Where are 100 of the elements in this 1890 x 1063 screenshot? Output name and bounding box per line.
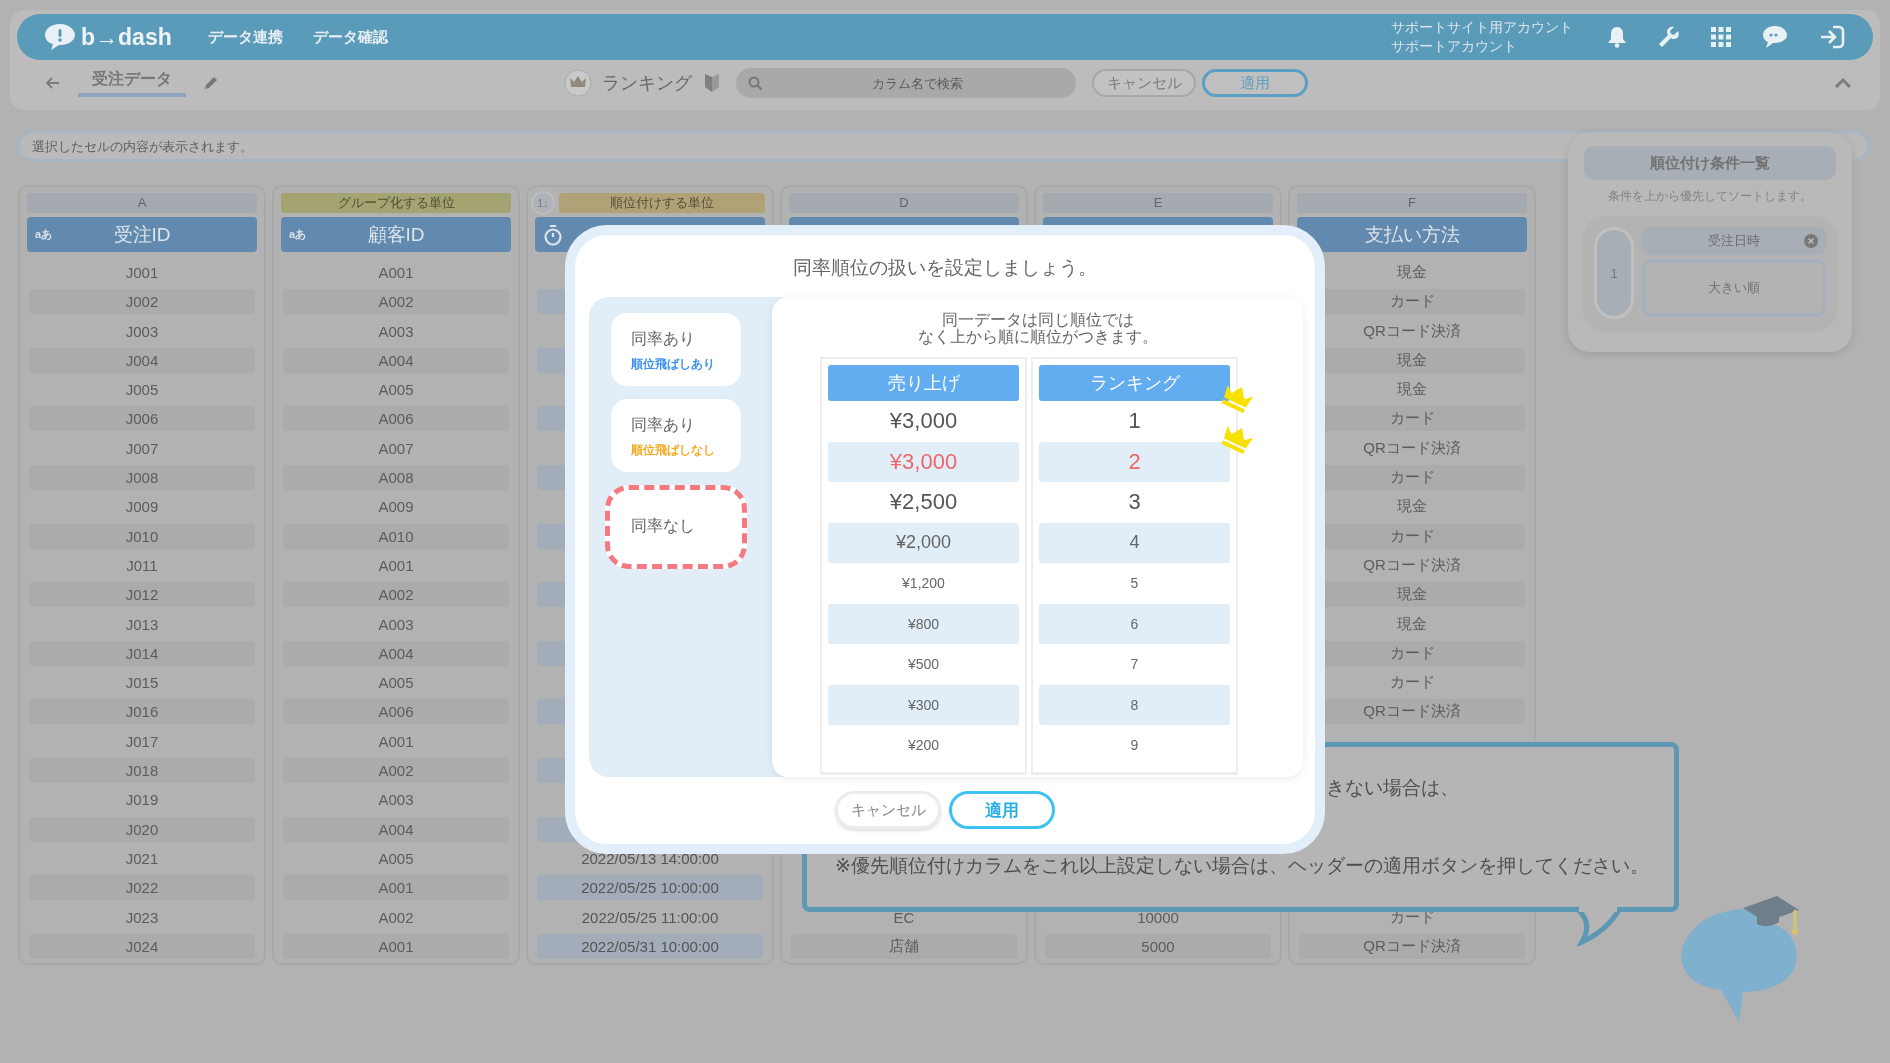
apply-button[interactable]: 適用 (949, 791, 1055, 829)
table-cell[interactable]: J013 (29, 611, 255, 637)
table-cell[interactable]: J018 (29, 758, 255, 784)
close-icon[interactable] (1804, 234, 1818, 248)
table-cell[interactable]: J019 (29, 787, 255, 813)
sort-order-option[interactable]: 大きい順 (1642, 259, 1826, 317)
table-cell[interactable]: J012 (29, 582, 255, 608)
nav-link[interactable]: データ連携 (207, 27, 283, 47)
wrench-icon[interactable] (1657, 25, 1681, 49)
table-cell[interactable]: J006 (29, 406, 255, 432)
mode-label: ランキング (602, 72, 692, 95)
table-cell[interactable]: A004 (283, 640, 509, 666)
column-header[interactable]: 支払い方法 (1297, 217, 1527, 252)
nav-link[interactable]: データ確認 (312, 27, 388, 47)
table-cell[interactable]: A003 (283, 318, 509, 344)
group-unit-label: グループ化する単位 (281, 193, 511, 213)
table-cell[interactable]: A002 (283, 582, 509, 608)
table-cell[interactable]: A001 (283, 260, 509, 285)
table-cell[interactable]: J001 (29, 260, 255, 285)
table-cell[interactable]: A009 (283, 494, 509, 520)
bell-icon[interactable] (1607, 26, 1627, 48)
rank-unit-label: 順位付けする単位 (559, 193, 765, 213)
cancel-button[interactable]: キャンセル (835, 791, 941, 829)
table-cell[interactable]: A001 (283, 875, 509, 901)
table-cell: ¥300 (828, 684, 1019, 725)
table-cell[interactable]: 2022/05/31 10:00:00 (537, 933, 763, 959)
table-cell[interactable]: A007 (283, 435, 509, 461)
table-cell[interactable]: J004 (29, 347, 255, 373)
table-cell[interactable]: J007 (29, 435, 255, 461)
table-cell-text: ¥500 (906, 655, 941, 675)
page-title[interactable]: 受注データ (78, 69, 186, 97)
table-cell[interactable]: A006 (283, 406, 509, 432)
table-cell[interactable]: J009 (29, 494, 255, 520)
table-cell[interactable]: J022 (29, 875, 255, 901)
table-cell[interactable]: A005 (283, 670, 509, 696)
column-header[interactable]: aあ 顧客ID (281, 217, 511, 252)
table-cell[interactable]: J023 (29, 904, 255, 930)
table-cell[interactable]: A001 (283, 933, 509, 959)
column-title: 受注ID (113, 223, 171, 245)
option-title: 同率あり (631, 415, 696, 435)
rank-order-badge: 1↓ (531, 191, 555, 215)
table-cell[interactable]: A010 (283, 523, 509, 549)
table-cell[interactable]: A002 (283, 758, 509, 784)
table-cell[interactable]: J002 (29, 289, 255, 315)
table-cell[interactable]: A008 (283, 465, 509, 491)
table-cell[interactable]: J010 (29, 523, 255, 549)
table-cell[interactable]: A001 (283, 552, 509, 578)
hint-text: ※優先順位付けカラムをこれ以上設定しない場合は、ヘッダーの適用ボタンを押してください。 (835, 854, 1650, 878)
hint-text: きない場合は、 (1326, 776, 1460, 800)
column-header[interactable]: aあ 受注ID (27, 217, 257, 252)
table-cell[interactable]: QRコード決済 (1299, 933, 1525, 959)
table-cell[interactable]: 2022/05/25 11:00:00 (537, 904, 763, 930)
tie-option[interactable]: 同率あり 順位飛ばしあり (611, 313, 741, 386)
table-header: 売り上げ (828, 365, 1019, 401)
table-cell[interactable]: J003 (29, 318, 255, 344)
table-cell[interactable]: 5000 (1045, 933, 1271, 959)
table-cell: ¥800 (828, 603, 1019, 644)
back-arrow-icon[interactable] (46, 77, 60, 89)
table-cell[interactable]: J014 (29, 640, 255, 666)
chat-icon[interactable] (1761, 25, 1789, 49)
table-cell[interactable]: J024 (29, 933, 255, 959)
table-cell[interactable]: 2022/05/25 10:00:00 (537, 875, 763, 901)
table-cell-text: 7 (1129, 655, 1140, 675)
table-cell[interactable]: A003 (283, 611, 509, 637)
table-cell[interactable]: 店舗 (791, 933, 1017, 959)
collapse-caret-icon[interactable] (1834, 77, 1852, 89)
tie-option[interactable]: 同率なし (605, 485, 747, 569)
search-field[interactable]: カラム名で検索 (736, 68, 1076, 98)
table-cell[interactable]: A002 (283, 904, 509, 930)
pencil-icon[interactable] (204, 76, 218, 90)
table-cell[interactable]: J011 (29, 552, 255, 578)
table-cell[interactable]: A004 (283, 816, 509, 842)
table-cell[interactable]: J021 (29, 845, 255, 871)
apply-button[interactable]: 適用 (1202, 69, 1308, 97)
table-cell-text: 9 (1129, 736, 1140, 756)
table-cell[interactable]: A004 (283, 347, 509, 373)
logout-icon[interactable] (1819, 25, 1845, 49)
table-cell: ¥2,000 (828, 522, 1019, 563)
table-cell[interactable]: J016 (29, 699, 255, 725)
table-cell: 6 (1039, 603, 1230, 644)
table-cell[interactable]: A002 (283, 289, 509, 315)
table-cell[interactable]: J005 (29, 377, 255, 403)
speech-cloud-icon (43, 22, 77, 52)
cancel-button[interactable]: キャンセル (1092, 69, 1196, 97)
grid-icon[interactable] (1711, 27, 1731, 47)
table-cell[interactable]: A001 (283, 728, 509, 754)
table-cell[interactable]: A005 (283, 845, 509, 871)
condition-column[interactable]: 受注日時 (1642, 227, 1826, 255)
table-cell-text: ¥3,000 (888, 407, 959, 436)
table-cell[interactable]: J017 (29, 728, 255, 754)
description-text: 同一データは同じ順位では なく上から順に順位がつきます。 (916, 311, 1159, 345)
table-cell[interactable]: J008 (29, 465, 255, 491)
table-cell-text: ¥2,500 (888, 488, 959, 517)
tie-option[interactable]: 同率あり 順位飛ばしなし (611, 399, 741, 472)
table-cell[interactable]: J020 (29, 816, 255, 842)
table-cell[interactable]: A006 (283, 699, 509, 725)
table-cell[interactable]: A003 (283, 787, 509, 813)
table-cell-text: ¥1,200 (901, 574, 946, 594)
table-cell[interactable]: A005 (283, 377, 509, 403)
table-cell[interactable]: J015 (29, 670, 255, 696)
